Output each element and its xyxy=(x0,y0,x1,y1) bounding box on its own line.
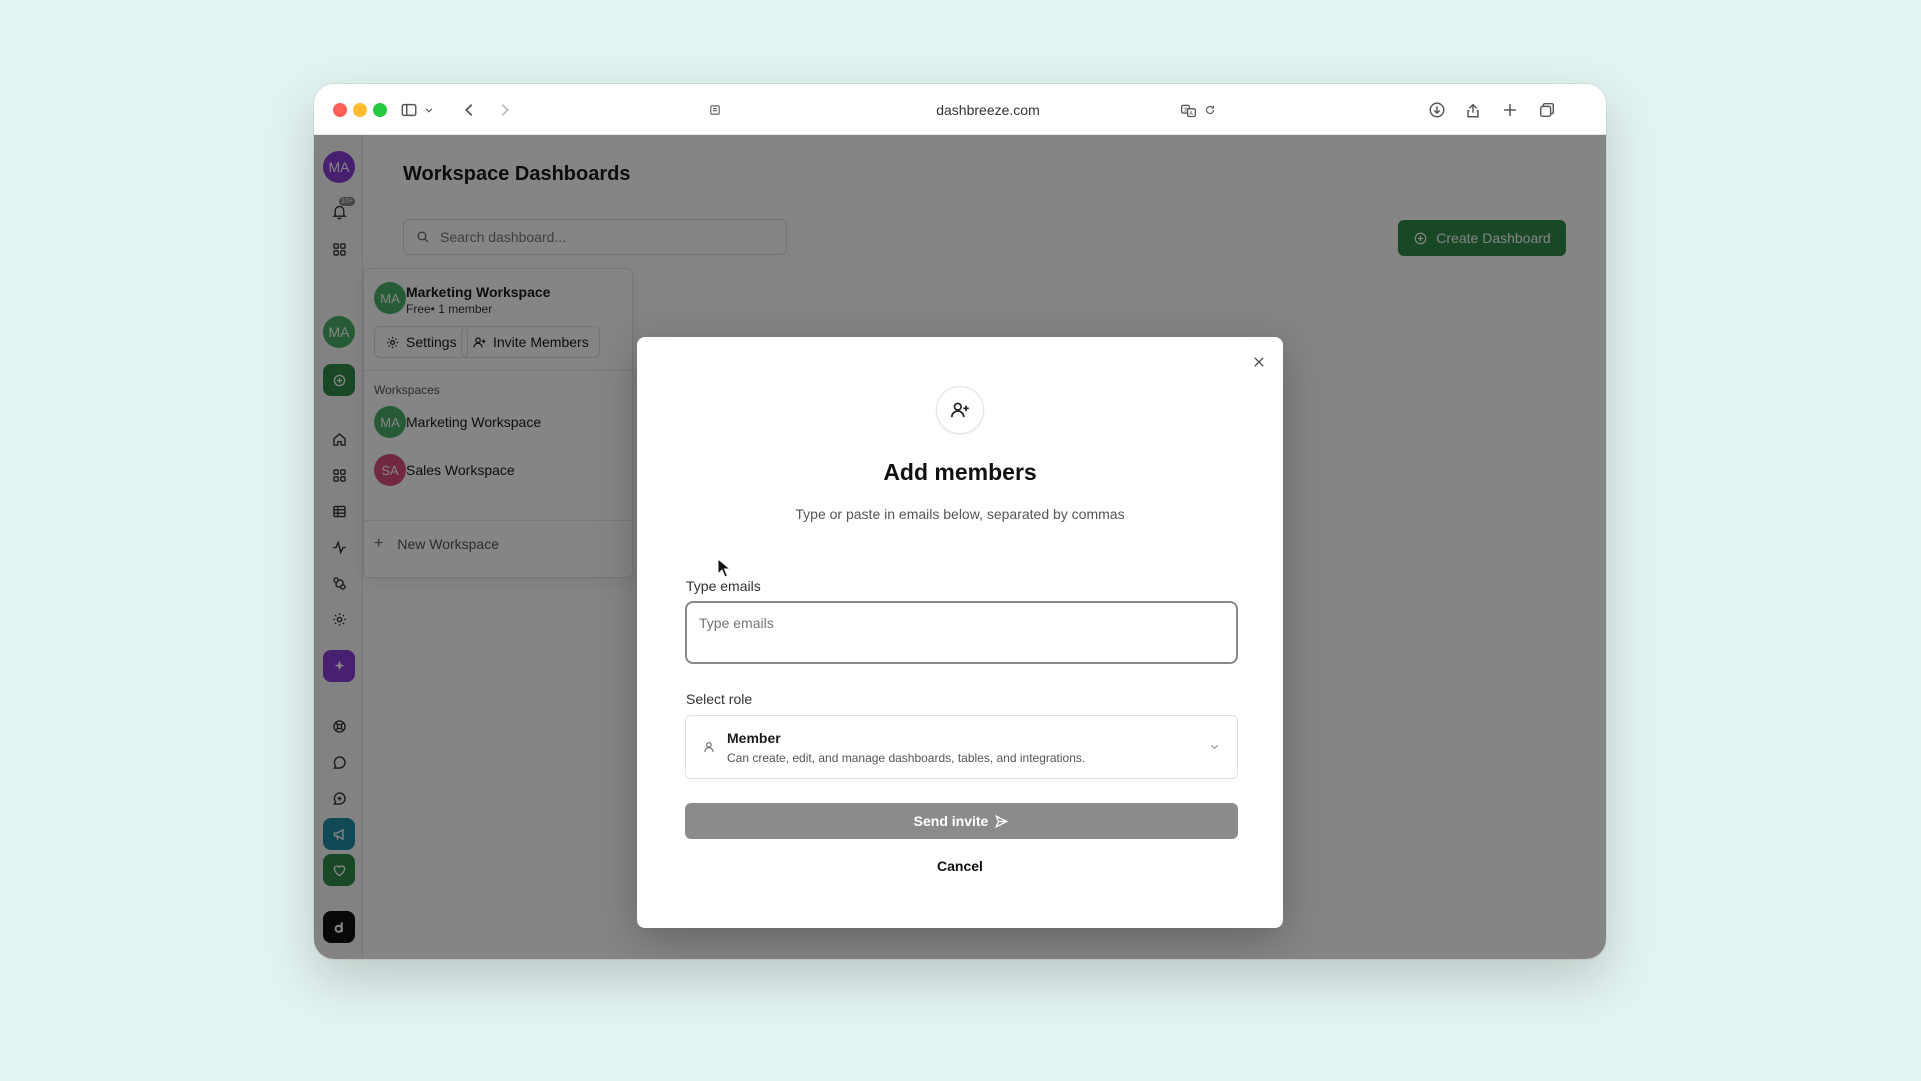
emails-field-wrapper xyxy=(685,601,1238,664)
minimize-window-button[interactable] xyxy=(353,103,367,117)
role-label: Select role xyxy=(686,691,753,707)
user-icon xyxy=(702,740,716,759)
download-icon[interactable] xyxy=(1424,97,1450,123)
sidebar-toggle-icon[interactable] xyxy=(396,97,422,123)
close-window-button[interactable] xyxy=(333,103,347,117)
close-icon[interactable] xyxy=(1249,352,1269,372)
new-tab-icon[interactable] xyxy=(1497,97,1523,123)
svg-text:文: 文 xyxy=(1183,106,1188,113)
maximize-window-button[interactable] xyxy=(373,103,387,117)
mouse-cursor-icon xyxy=(717,558,731,578)
dialog-subtitle: Type or paste in emails below, separated… xyxy=(795,506,1125,522)
chevron-down-icon[interactable] xyxy=(420,97,438,123)
address-bar[interactable]: dashbreeze.com xyxy=(848,99,1128,121)
svg-text:A: A xyxy=(1189,110,1193,116)
reader-mode-icon[interactable] xyxy=(702,97,728,123)
send-icon xyxy=(995,814,1009,828)
browser-window: dashbreeze.com 文A MA 10+ MA Workspace Da… xyxy=(314,84,1606,959)
forward-arrow-icon[interactable] xyxy=(492,97,518,123)
role-title: Member xyxy=(727,730,781,746)
dialog-title: Add members xyxy=(883,459,1037,485)
emails-label: Type emails xyxy=(686,578,761,594)
tab-overview-icon[interactable] xyxy=(1534,97,1560,123)
share-icon[interactable] xyxy=(1460,97,1486,123)
cancel-label: Cancel xyxy=(937,858,983,874)
app-content: MA 10+ MA Workspace Dashboards Search da… xyxy=(314,135,1606,959)
back-arrow-icon[interactable] xyxy=(456,97,482,123)
cancel-button[interactable]: Cancel xyxy=(637,858,1283,874)
role-select[interactable]: Member Can create, edit, and manage dash… xyxy=(685,715,1238,779)
chevron-down-icon xyxy=(1208,740,1221,758)
add-members-dialog: Add members Type or paste in emails belo… xyxy=(637,337,1283,928)
send-invite-button[interactable]: Send invite xyxy=(685,803,1238,839)
reload-icon[interactable] xyxy=(1197,97,1223,123)
emails-input[interactable] xyxy=(685,601,1238,664)
role-description: Can create, edit, and manage dashboards,… xyxy=(727,751,1086,765)
user-plus-icon xyxy=(936,386,984,434)
send-invite-label: Send invite xyxy=(913,813,989,829)
browser-toolbar: dashbreeze.com 文A xyxy=(314,84,1606,135)
